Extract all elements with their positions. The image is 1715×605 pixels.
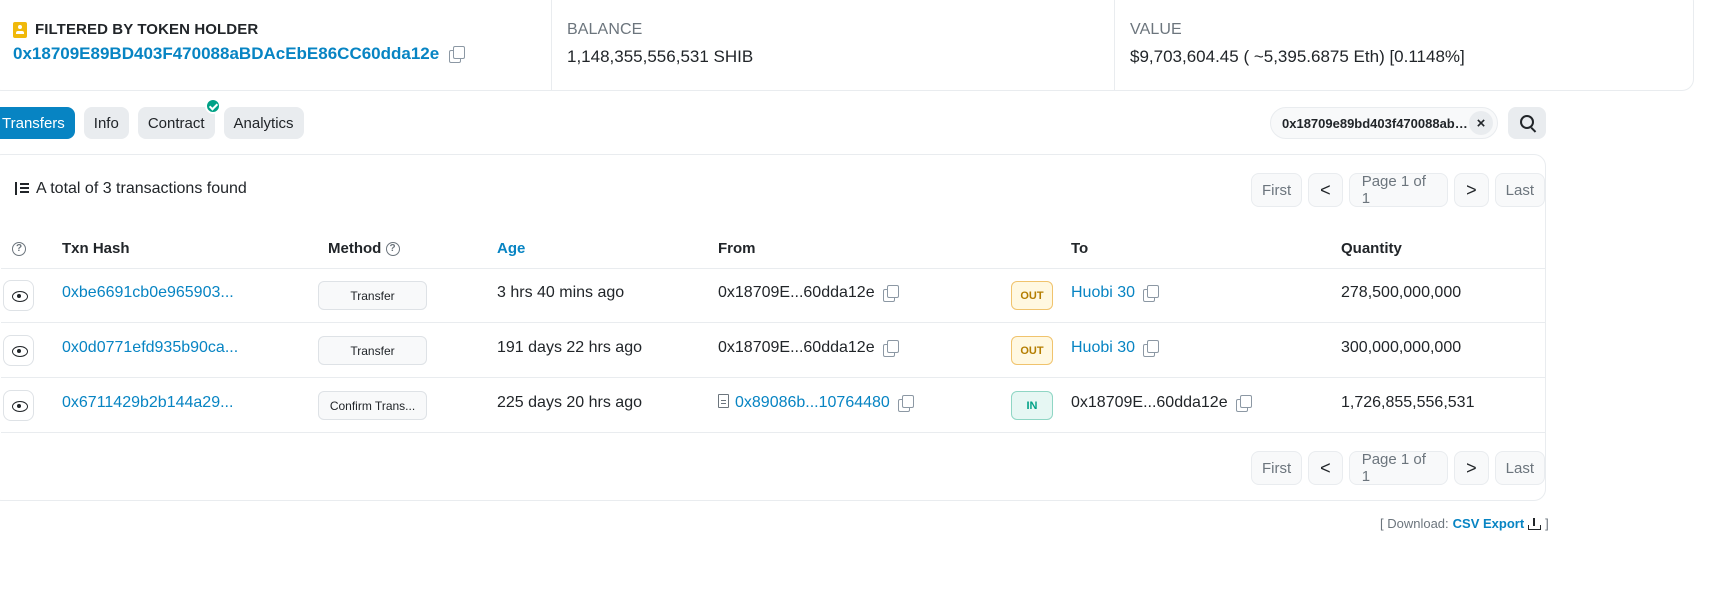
method-badge: Transfer (318, 281, 427, 310)
next-page-button[interactable]: > (1454, 173, 1489, 207)
copy-icon[interactable] (449, 46, 466, 63)
balance-column: BALANCE 1,148,355,556,531 SHIB (551, 0, 1114, 90)
method-badge: Confirm Trans... (318, 391, 427, 420)
from-cell: 0x18709E...60dda12e (718, 339, 899, 357)
help-icon[interactable]: ? (12, 240, 26, 257)
from-address: 0x18709E...60dda12e (718, 339, 875, 356)
value-label: VALUE (1130, 21, 1182, 38)
address-filter-pill: 0x18709e89bd403f470088abd... × (1270, 107, 1498, 139)
direction-badge: IN (1011, 391, 1053, 420)
quantity-cell: 1,726,855,556,531 (1341, 394, 1475, 411)
header-from: From (718, 240, 756, 257)
to-cell: Huobi 30 (1071, 339, 1160, 357)
header-method: Method ? (328, 240, 400, 257)
page-indicator: Page 1 of 1 (1348, 173, 1449, 207)
to-address: 0x18709E...60dda12e (1071, 394, 1228, 411)
quantity-cell: 300,000,000,000 (1341, 339, 1462, 356)
to-cell: 0x18709E...60dda12e (1071, 394, 1252, 412)
prev-page-button[interactable]: < (1308, 451, 1343, 485)
holder-address-row: 0x18709E89BD403F470088aBDAcEbE86CC60dda1… (13, 44, 466, 64)
download-row: [ Download: CSV Export ] (1380, 516, 1549, 531)
value-amount: $9,703,604.45 ( ~5,395.6875 Eth) [0.1148… (1130, 47, 1465, 66)
holder-icon (13, 21, 27, 38)
download-suffix: ] (1545, 516, 1549, 531)
to-cell: Huobi 30 (1071, 284, 1160, 302)
balance-value: 1,148,355,556,531 SHIB (567, 47, 754, 66)
table-row: 0xbe6691cb0e965903... Transfer 3 hrs 40 … (1, 268, 1546, 323)
table-header: ? Txn Hash Method ? Age From To Quantity (1, 227, 1546, 269)
eye-icon[interactable] (3, 280, 34, 311)
to-address-link[interactable]: Huobi 30 (1071, 339, 1135, 356)
holder-label-text: FILTERED BY TOKEN HOLDER (35, 21, 259, 38)
header-txn-hash: Txn Hash (62, 240, 130, 257)
last-page-button[interactable]: Last (1494, 173, 1545, 207)
method-help-icon[interactable]: ? (385, 242, 400, 257)
pagination-top: First < Page 1 of 1 > Last (1251, 173, 1545, 207)
help-icon-glyph: ? (12, 242, 26, 257)
page-indicator: Page 1 of 1 (1348, 451, 1449, 485)
holder-address-link[interactable]: 0x18709E89BD403F470088aBDAcEbE86CC60dda1… (13, 44, 439, 64)
table-row: 0x6711429b2b144a29... Confirm Trans... 2… (1, 378, 1546, 433)
tab-contract-label: Contract (147, 114, 205, 132)
from-address-link[interactable]: 0x89086b...10764480 (735, 394, 890, 411)
age-cell: 225 days 20 hrs ago (497, 394, 642, 411)
copy-icon[interactable] (882, 284, 899, 302)
contract-icon (718, 394, 729, 408)
txn-hash-link[interactable]: 0x6711429b2b144a29... (62, 394, 233, 412)
eye-icon[interactable] (3, 335, 34, 366)
from-address: 0x18709E...60dda12e (718, 284, 875, 301)
copy-icon[interactable] (1143, 339, 1160, 357)
copy-icon[interactable] (882, 339, 899, 357)
age-cell: 191 days 22 hrs ago (497, 339, 642, 356)
age-cell: 3 hrs 40 mins ago (497, 284, 625, 301)
pagination-bottom: First < Page 1 of 1 > Last (1251, 451, 1545, 485)
token-holder-summary: FILTERED BY TOKEN HOLDER 0x18709E89BD403… (0, 0, 1694, 91)
address-filter-value: 0x18709e89bd403f470088abd... (1282, 115, 1470, 131)
total-transactions-text: A total of 3 transactions found (36, 180, 247, 197)
download-icon[interactable] (1528, 517, 1542, 530)
verified-check-icon (204, 98, 221, 114)
total-transactions: A total of 3 transactions found (12, 180, 247, 198)
close-icon[interactable]: × (1469, 111, 1493, 135)
tab-contract[interactable]: Contract (137, 98, 221, 139)
balance-label: BALANCE (567, 21, 643, 38)
next-page-button[interactable]: > (1454, 451, 1489, 485)
txn-hash-link[interactable]: 0xbe6691cb0e965903... (62, 284, 234, 302)
header-method-label: Method (328, 240, 382, 257)
header-to: To (1071, 240, 1089, 257)
copy-icon[interactable] (1143, 284, 1160, 302)
direction-badge: OUT (1011, 281, 1053, 310)
copy-icon[interactable] (1235, 394, 1252, 412)
copy-icon[interactable] (897, 394, 914, 412)
to-address-link[interactable]: Huobi 30 (1071, 284, 1135, 301)
first-page-button[interactable]: First (1251, 173, 1303, 207)
tab-info[interactable]: Info (83, 107, 129, 139)
header-age[interactable]: Age (497, 240, 525, 257)
quantity-cell: 278,500,000,000 (1341, 284, 1462, 301)
eye-icon[interactable] (3, 390, 34, 421)
holder-label: FILTERED BY TOKEN HOLDER (13, 21, 258, 38)
header-quantity: Quantity (1341, 240, 1402, 257)
method-badge: Transfer (318, 336, 427, 365)
value-column: VALUE $9,703,604.45 ( ~5,395.6875 Eth) [… (1114, 0, 1684, 90)
txn-hash-link[interactable]: 0x0d0771efd935b90ca... (62, 339, 238, 357)
search-icon[interactable] (1508, 107, 1546, 139)
table-row: 0x0d0771efd935b90ca... Transfer 191 days… (1, 323, 1546, 378)
holder-column: FILTERED BY TOKEN HOLDER 0x18709E89BD403… (1, 0, 551, 90)
tab-bar: Transfers Info Contract Analytics (0, 98, 304, 139)
transfers-card: A total of 3 transactions found First < … (0, 154, 1546, 501)
download-prefix: [ Download: (1380, 516, 1449, 531)
from-cell: 0x18709E...60dda12e (718, 284, 899, 302)
first-page-button[interactable]: First (1251, 451, 1303, 485)
csv-export-link[interactable]: CSV Export (1453, 516, 1525, 531)
from-cell: 0x89086b...10764480 (718, 394, 914, 412)
tab-transfers[interactable]: Transfers (0, 107, 75, 139)
sort-icon[interactable] (12, 181, 30, 197)
prev-page-button[interactable]: < (1308, 173, 1343, 207)
tab-analytics[interactable]: Analytics (223, 107, 304, 139)
last-page-button[interactable]: Last (1494, 451, 1545, 485)
direction-badge: OUT (1011, 336, 1053, 365)
